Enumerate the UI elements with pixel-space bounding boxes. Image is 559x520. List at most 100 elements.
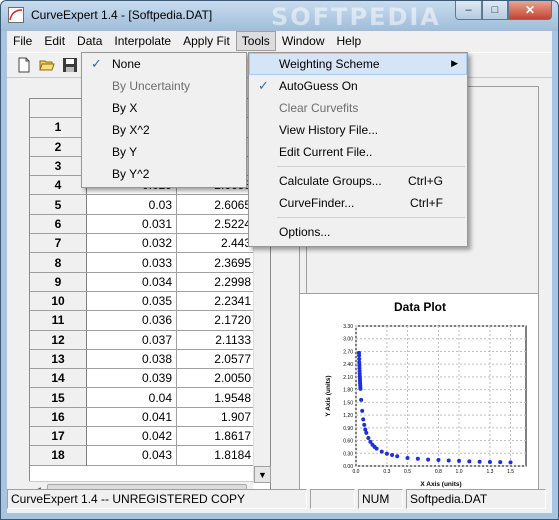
cell-y[interactable]: 1.8184: [177, 446, 255, 466]
cell-x[interactable]: 0.043: [87, 446, 177, 466]
x-tick-label: 0.3: [383, 469, 390, 475]
data-point: [358, 386, 363, 391]
weighting-option-label: By X^2: [112, 123, 150, 137]
weighting-option[interactable]: By Y^2: [82, 163, 246, 185]
cell-x[interactable]: 0.031: [87, 214, 177, 235]
y-tick-label: 0.30: [343, 451, 353, 457]
menu-tools[interactable]: Tools: [235, 31, 276, 51]
cell-y[interactable]: 2.2998: [177, 272, 255, 292]
cell-x[interactable]: 0.04: [87, 388, 177, 408]
weighting-option[interactable]: By X^2: [82, 119, 246, 141]
weighting-option[interactable]: By Y: [82, 141, 246, 163]
data-point: [384, 451, 389, 456]
cell-x[interactable]: 0.036: [87, 311, 177, 331]
table-row: 18 0.043 1.8184: [30, 446, 255, 466]
menu-clear-curvefits[interactable]: Clear Curvefits: [249, 97, 467, 119]
cell-x[interactable]: 0.034: [87, 272, 177, 292]
scroll-down-arrow-icon[interactable]: ▼: [254, 466, 271, 483]
row-header[interactable]: 14: [30, 369, 87, 389]
grid-corner[interactable]: [30, 99, 87, 119]
cell-x[interactable]: 0.039: [87, 369, 177, 389]
x-tick-label: 1.0: [456, 469, 463, 475]
close-button[interactable]: ✕: [508, 1, 552, 20]
menu-view-history[interactable]: View History File...: [249, 119, 467, 141]
row-header[interactable]: 13: [30, 349, 87, 370]
cell-x[interactable]: 0.033: [87, 253, 177, 273]
row-header[interactable]: 7: [30, 234, 87, 254]
row-header[interactable]: 8: [30, 253, 87, 273]
data-point: [366, 436, 371, 440]
row-header[interactable]: 11: [30, 311, 87, 331]
data-plot-chart: 0.000.300.600.901.201.501.802.102.402.70…: [325, 324, 527, 488]
cell-x[interactable]: 0.03: [87, 195, 177, 215]
x-tick-label: 1.3: [486, 469, 493, 475]
curveexpert-app-icon[interactable]: [8, 7, 24, 23]
row-header[interactable]: 2: [30, 137, 87, 157]
cell-x[interactable]: 0.041: [87, 407, 177, 428]
row-header[interactable]: 10: [30, 291, 87, 312]
weighting-option[interactable]: By Uncertainty: [82, 75, 246, 97]
cell-x[interactable]: 0.032: [87, 234, 177, 254]
maximize-button[interactable]: □: [482, 1, 508, 20]
row-header[interactable]: 5: [30, 195, 87, 215]
y-tick-label: 2.10: [343, 375, 353, 381]
cell-y[interactable]: 2.6065: [177, 195, 255, 215]
data-point: [487, 459, 492, 464]
edit-current-label: Edit Current File..: [279, 145, 373, 159]
row-header[interactable]: 3: [30, 156, 87, 177]
minimize-button[interactable]: –: [455, 1, 482, 20]
row-header[interactable]: 9: [30, 272, 87, 292]
y-tick-label: 3.00: [343, 337, 353, 343]
cell-y[interactable]: 2.1133: [177, 330, 255, 350]
menu-data[interactable]: Data: [71, 31, 108, 51]
row-header[interactable]: 18: [30, 446, 87, 466]
cell-y[interactable]: 2.0577: [177, 349, 255, 370]
weighting-option[interactable]: ✓ None: [82, 53, 246, 75]
row-header[interactable]: 6: [30, 214, 87, 235]
cell-y[interactable]: 1.8617: [177, 427, 255, 447]
cell-x[interactable]: 0.038: [87, 349, 177, 370]
menu-separator: [277, 166, 465, 167]
data-point: [360, 408, 365, 413]
cell-y[interactable]: 2.3695: [177, 253, 255, 273]
row-header[interactable]: 15: [30, 388, 87, 408]
menu-file[interactable]: File: [7, 31, 38, 51]
weighting-option[interactable]: By X: [82, 97, 246, 119]
row-header[interactable]: 12: [30, 330, 87, 350]
cell-x[interactable]: 0.035: [87, 291, 177, 312]
menu-edit-current-file[interactable]: Edit Current File..: [249, 141, 467, 163]
cell-x[interactable]: 0.042: [87, 427, 177, 447]
cell-y[interactable]: 2.2341: [177, 291, 255, 312]
menu-curvefinder[interactable]: CurveFinder... Ctrl+F: [249, 192, 467, 214]
y-tick-label: 2.40: [343, 362, 353, 368]
menu-autoguess[interactable]: ✓ AutoGuess On: [249, 75, 467, 97]
menu-edit[interactable]: Edit: [38, 31, 71, 51]
cell-y[interactable]: 1.9548: [177, 388, 255, 408]
row-header[interactable]: 17: [30, 427, 87, 447]
cell-y[interactable]: 2.1720: [177, 311, 255, 331]
new-file-button[interactable]: [13, 55, 34, 75]
cell-y[interactable]: 2.5224: [177, 214, 255, 235]
cell-x[interactable]: 0.037: [87, 330, 177, 350]
row-header[interactable]: 16: [30, 407, 87, 428]
table-row: 14 0.039 2.0050: [30, 369, 255, 389]
menu-window[interactable]: Window: [276, 31, 331, 51]
menu-calculate-groups[interactable]: Calculate Groups... Ctrl+G: [249, 170, 467, 192]
save-file-button[interactable]: [59, 55, 80, 75]
menu-interpolate[interactable]: Interpolate: [108, 31, 177, 51]
table-row: 13 0.038 2.0577: [30, 349, 255, 370]
cell-y[interactable]: 2.0050: [177, 369, 255, 389]
menu-help[interactable]: Help: [331, 31, 368, 51]
title-bar[interactable]: CurveExpert 1.4 - [Softpedia.DAT] SOFTPE…: [1, 1, 558, 31]
open-file-button[interactable]: [36, 55, 57, 75]
weighting-scheme-submenu: ✓ None By Uncertainty By X By X^2 By Y By Y^2: [81, 52, 247, 188]
cell-y[interactable]: 1.907: [177, 407, 255, 428]
data-point: [362, 422, 367, 427]
row-header[interactable]: 1: [30, 118, 87, 138]
menu-options[interactable]: Options...: [249, 221, 467, 243]
menu-weighting-scheme[interactable]: Weighting Scheme ▶: [249, 53, 467, 75]
data-point: [436, 458, 441, 463]
cell-y[interactable]: 2.443: [177, 234, 255, 254]
row-header[interactable]: 4: [30, 176, 87, 196]
menu-apply-fit[interactable]: Apply Fit: [177, 31, 236, 51]
